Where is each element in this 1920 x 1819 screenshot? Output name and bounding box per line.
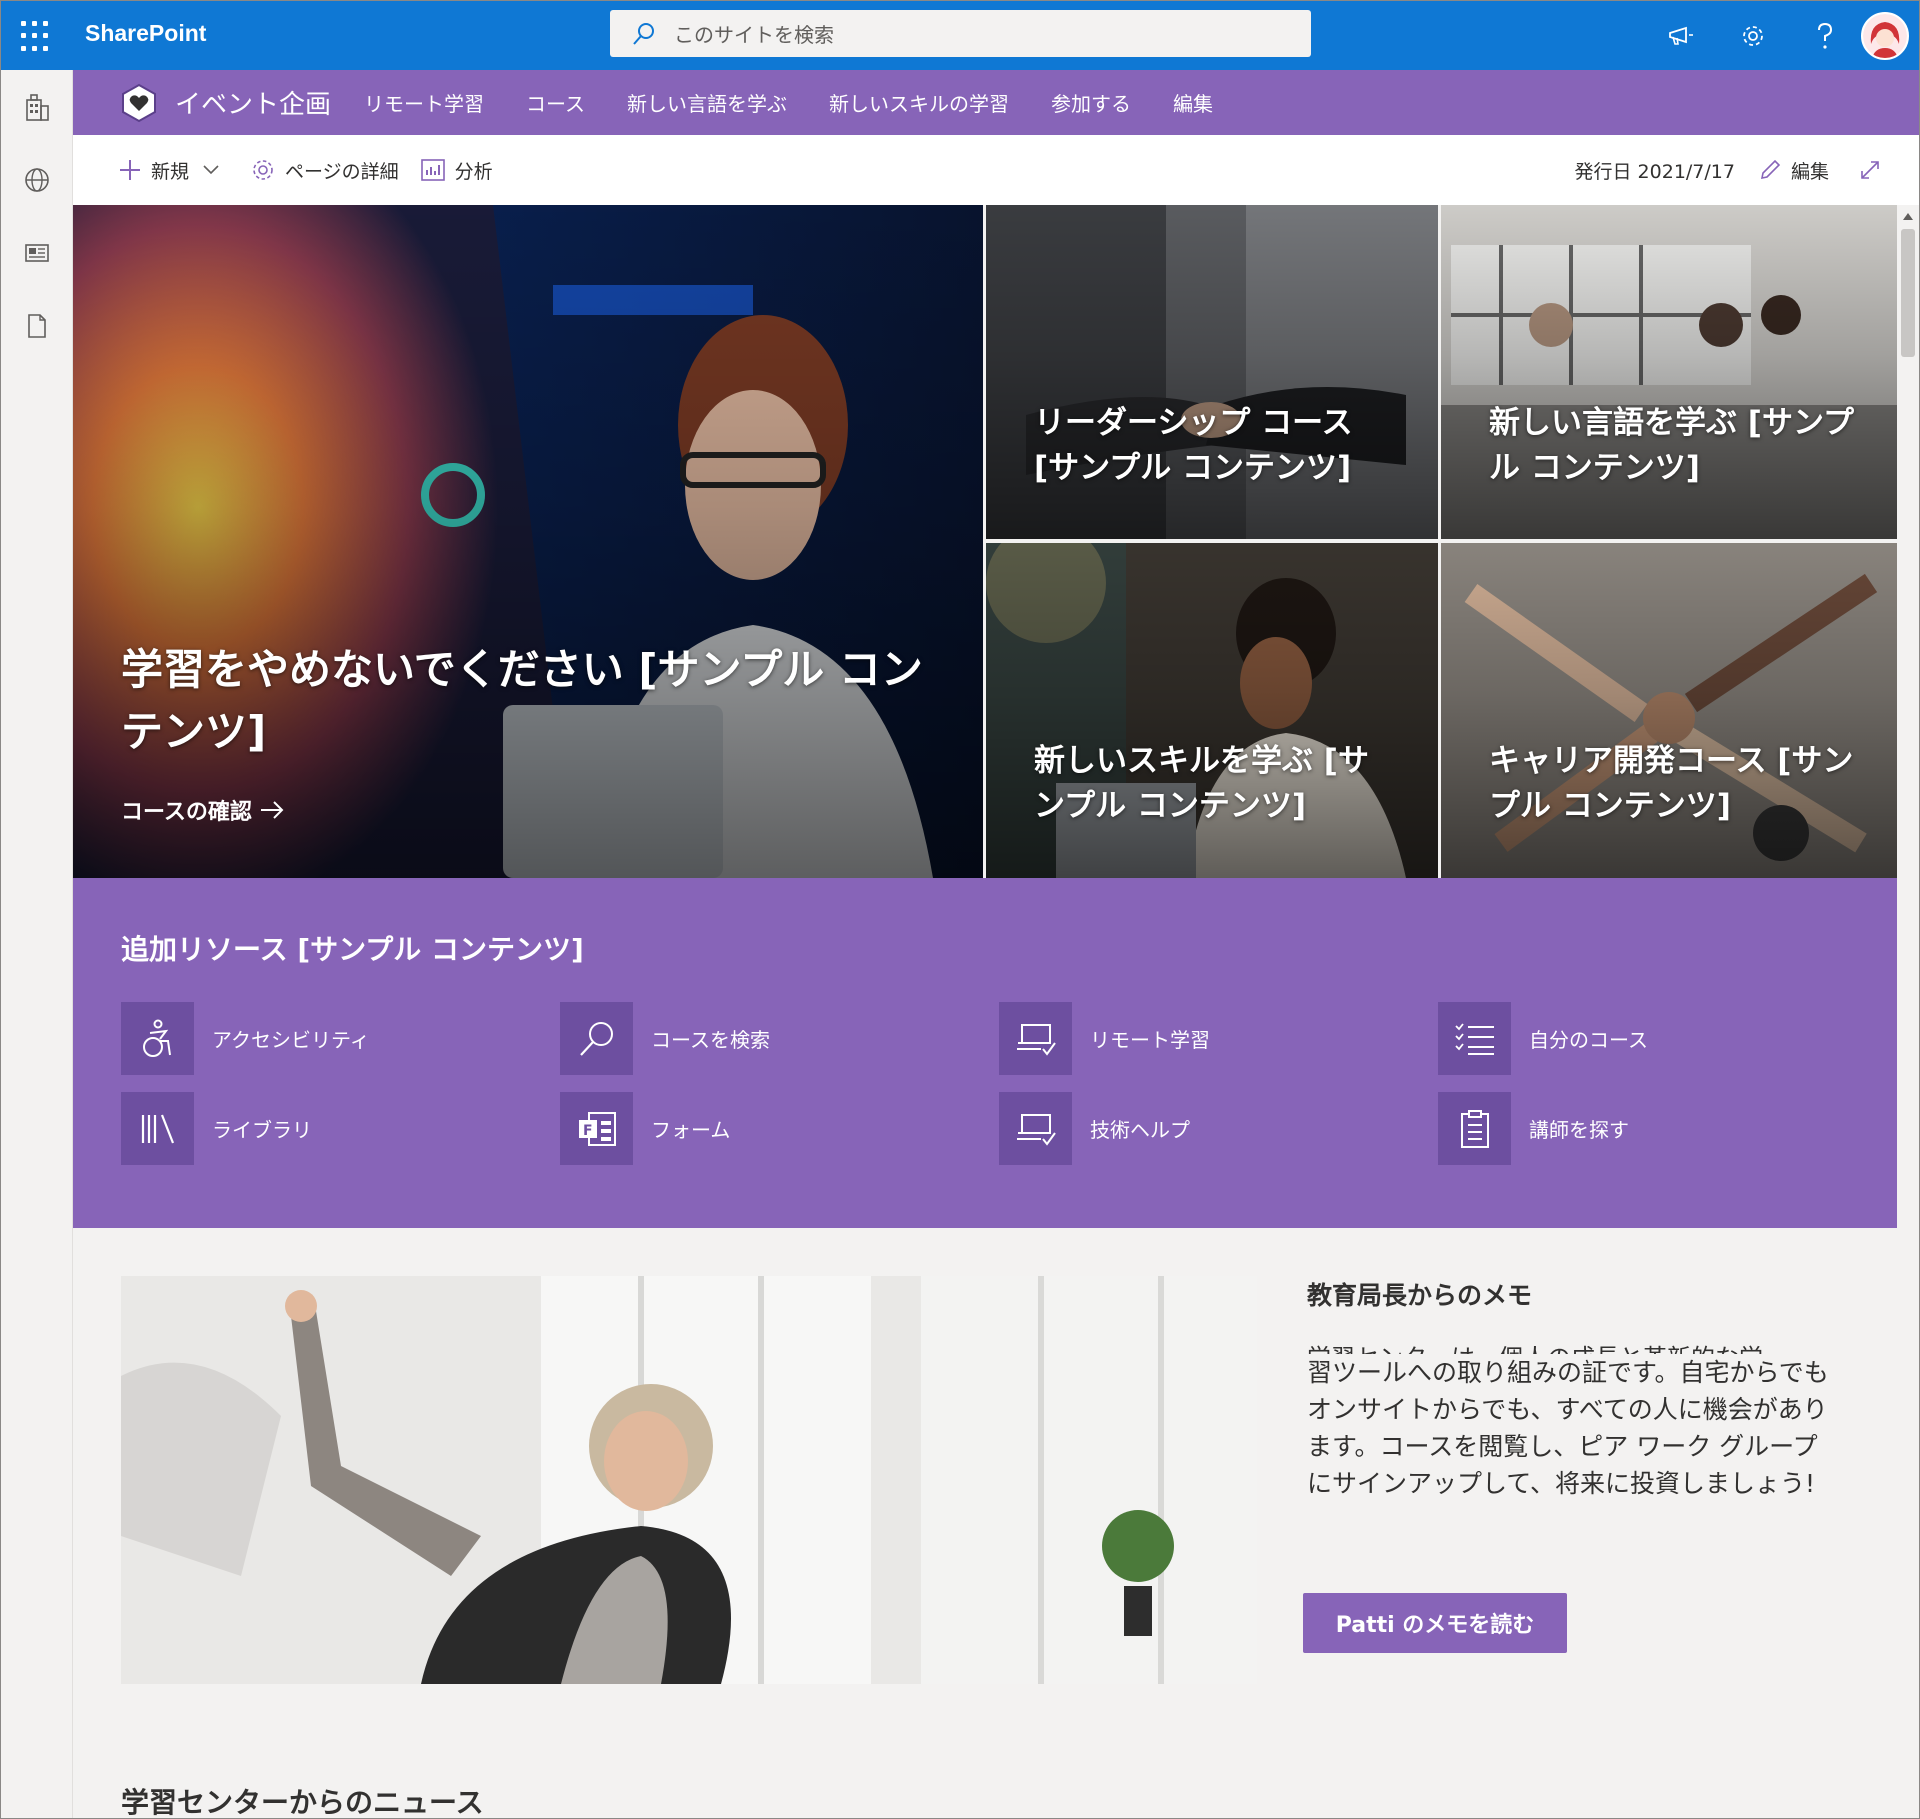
quick-link-label: リモート学習 bbox=[1090, 1028, 1210, 1052]
hero-tile-skills[interactable]: 新しいスキルを学ぶ [サンプル コンテンツ] bbox=[986, 543, 1438, 878]
nav-learn-skills[interactable]: 新しいスキルの学習 bbox=[808, 88, 1030, 117]
gear-icon bbox=[253, 160, 273, 180]
hero-tile-career[interactable]: キャリア開発コース [サンプル コンテンツ] bbox=[1441, 543, 1897, 878]
search-icon bbox=[633, 22, 654, 45]
expand-icon[interactable] bbox=[1859, 159, 1891, 181]
app-launcher-icon[interactable] bbox=[19, 19, 55, 55]
edit-label: 編集 bbox=[1790, 160, 1829, 183]
explore-courses-link[interactable]: コースの確認 bbox=[121, 794, 284, 826]
news-section-title: 学習センターからのニュース bbox=[121, 1786, 484, 1819]
memo-title: 教育局長からのメモ bbox=[1307, 1281, 1533, 1310]
quick-link-remote-learning[interactable]: リモート学習 bbox=[999, 1002, 1210, 1075]
hero-tile-career-title: キャリア開発コース [サンプル コンテンツ] bbox=[1489, 743, 1854, 824]
scrollbar-thumb[interactable] bbox=[1901, 229, 1915, 357]
hero-tile-language[interactable]: 新しい言語を学ぶ [サンプル コンテンツ] bbox=[1441, 205, 1897, 539]
quick-link-library[interactable]: ライブラリ bbox=[121, 1092, 312, 1165]
hero-tile-leadership-title: リーダーシップ コース [サンプル コンテンツ] bbox=[1034, 405, 1353, 486]
quick-link-label: 講師を探す bbox=[1529, 1118, 1629, 1142]
new-button[interactable]: 新規 bbox=[119, 157, 229, 184]
nav-remote-learning[interactable]: リモート学習 bbox=[343, 88, 505, 117]
quick-links-section: 追加リソース [サンプル コンテンツ] アクセシビリティ コースを検索 リモート… bbox=[73, 878, 1897, 1228]
arrow-right-icon bbox=[260, 801, 284, 819]
quick-link-find-instructor[interactable]: 講師を探す bbox=[1438, 1092, 1629, 1165]
hero-web-part: 学習をやめないでください [サンプル コンテンツ] コースの確認 リーダーシップ… bbox=[73, 205, 1897, 878]
read-memo-button[interactable]: Patti のメモを読む bbox=[1303, 1593, 1567, 1653]
vertical-scrollbar[interactable] bbox=[1897, 205, 1919, 1818]
hero-tile-language-title: 新しい言語を学ぶ [サンプル コンテンツ] bbox=[1489, 405, 1855, 486]
new-label: 新規 bbox=[151, 160, 190, 183]
sharepoint-brand[interactable]: SharePoint bbox=[85, 20, 206, 47]
browser-frame: SharePoint このサイトを検索 イベント企画 リモート学習 コース 新し… bbox=[0, 0, 1920, 1819]
site-name[interactable]: イベント企画 bbox=[175, 84, 331, 121]
quick-link-label: フォーム bbox=[651, 1118, 731, 1142]
page-details-label: ページの詳細 bbox=[285, 160, 399, 183]
analytics-button[interactable]: 分析 bbox=[420, 157, 493, 184]
director-memo: 教育局長からのメモ 学習センターは、個人の成長と革新的な学 習ツールへの取り組み… bbox=[1307, 1276, 1837, 1502]
hub-navigation: イベント企画 リモート学習 コース 新しい言語を学ぶ 新しいスキルの学習 参加す… bbox=[73, 70, 1919, 135]
site-search-box[interactable]: このサイトを検索 bbox=[610, 10, 1311, 57]
quick-link-label: アクセシビリティ bbox=[212, 1028, 370, 1052]
globe-icon[interactable] bbox=[1, 143, 72, 216]
quick-link-my-courses[interactable]: 自分のコース bbox=[1438, 1002, 1648, 1075]
scroll-up-arrow-icon[interactable] bbox=[1903, 213, 1913, 220]
laptop-check-icon bbox=[999, 1092, 1072, 1165]
forms-icon: F bbox=[560, 1092, 633, 1165]
command-bar: 新規 ページの詳細 分析 発行日 2021/7/17 編集 bbox=[73, 135, 1919, 205]
quick-link-label: ライブラリ bbox=[212, 1118, 312, 1142]
nav-participate[interactable]: 参加する bbox=[1030, 88, 1152, 117]
hero-tile-leadership[interactable]: リーダーシップ コース [サンプル コンテンツ] bbox=[986, 205, 1438, 539]
quick-link-label: 自分のコース bbox=[1529, 1028, 1648, 1052]
published-date: 発行日 2021/7/17 bbox=[1574, 160, 1735, 183]
search-icon bbox=[560, 1002, 633, 1075]
svg-text:F: F bbox=[583, 1123, 593, 1139]
nav-courses[interactable]: コース bbox=[505, 88, 606, 117]
quick-link-tech-help[interactable]: 技術ヘルプ bbox=[999, 1092, 1190, 1165]
quick-link-label: 技術ヘルプ bbox=[1090, 1118, 1190, 1142]
clipboard-icon bbox=[1438, 1092, 1511, 1165]
quick-link-search-courses[interactable]: コースを検索 bbox=[560, 1002, 770, 1075]
help-icon[interactable] bbox=[1789, 1, 1861, 70]
quick-link-forms[interactable]: F フォーム bbox=[560, 1092, 730, 1165]
document-icon[interactable] bbox=[1, 289, 72, 362]
home-building-icon[interactable] bbox=[1, 70, 72, 143]
quick-links-title: 追加リソース [サンプル コンテンツ] bbox=[121, 933, 584, 966]
left-app-rail bbox=[1, 70, 73, 1818]
accessibility-icon bbox=[121, 1002, 194, 1075]
analytics-label: 分析 bbox=[454, 160, 493, 183]
chevron-down-icon bbox=[203, 165, 219, 175]
quick-link-accessibility[interactable]: アクセシビリティ bbox=[121, 1002, 370, 1075]
edit-button[interactable]: 編集 bbox=[1759, 157, 1829, 184]
quick-link-label: コースを検索 bbox=[651, 1028, 770, 1052]
hero-main-tile[interactable]: 学習をやめないでください [サンプル コンテンツ] コースの確認 bbox=[73, 205, 983, 878]
list-icon bbox=[1438, 1002, 1511, 1075]
suite-bar: SharePoint このサイトを検索 bbox=[1, 1, 1919, 70]
director-photo bbox=[121, 1276, 1257, 1684]
explore-courses-label: コースの確認 bbox=[121, 800, 252, 825]
megaphone-icon[interactable] bbox=[1645, 1, 1717, 70]
page-details-button[interactable]: ページの詳細 bbox=[251, 157, 399, 184]
plus-icon bbox=[120, 160, 140, 180]
settings-gear-icon[interactable] bbox=[1717, 1, 1789, 70]
nav-edit[interactable]: 編集 bbox=[1152, 88, 1234, 117]
library-icon bbox=[121, 1092, 194, 1165]
hero-main-title: 学習をやめないでください [サンプル コンテンツ] bbox=[121, 645, 923, 756]
laptop-check-icon bbox=[999, 1002, 1072, 1075]
pencil-icon bbox=[1760, 159, 1781, 180]
analytics-chart-icon bbox=[420, 159, 445, 181]
hero-tile-skills-title: 新しいスキルを学ぶ [サンプル コンテンツ] bbox=[1034, 743, 1369, 824]
nav-learn-language[interactable]: 新しい言語を学ぶ bbox=[606, 88, 808, 117]
memo-body: 習ツールへの取り組みの証です。自宅からでもオンサイトからでも、すべての人に機会が… bbox=[1307, 1358, 1829, 1498]
site-logo-heart-icon[interactable] bbox=[117, 81, 161, 125]
user-avatar[interactable] bbox=[1861, 11, 1909, 60]
search-placeholder: このサイトを検索 bbox=[674, 23, 834, 47]
memo-clipped-line: 学習センターは、個人の成長と革新的な学 bbox=[1307, 1340, 1837, 1354]
news-icon[interactable] bbox=[1, 216, 72, 289]
